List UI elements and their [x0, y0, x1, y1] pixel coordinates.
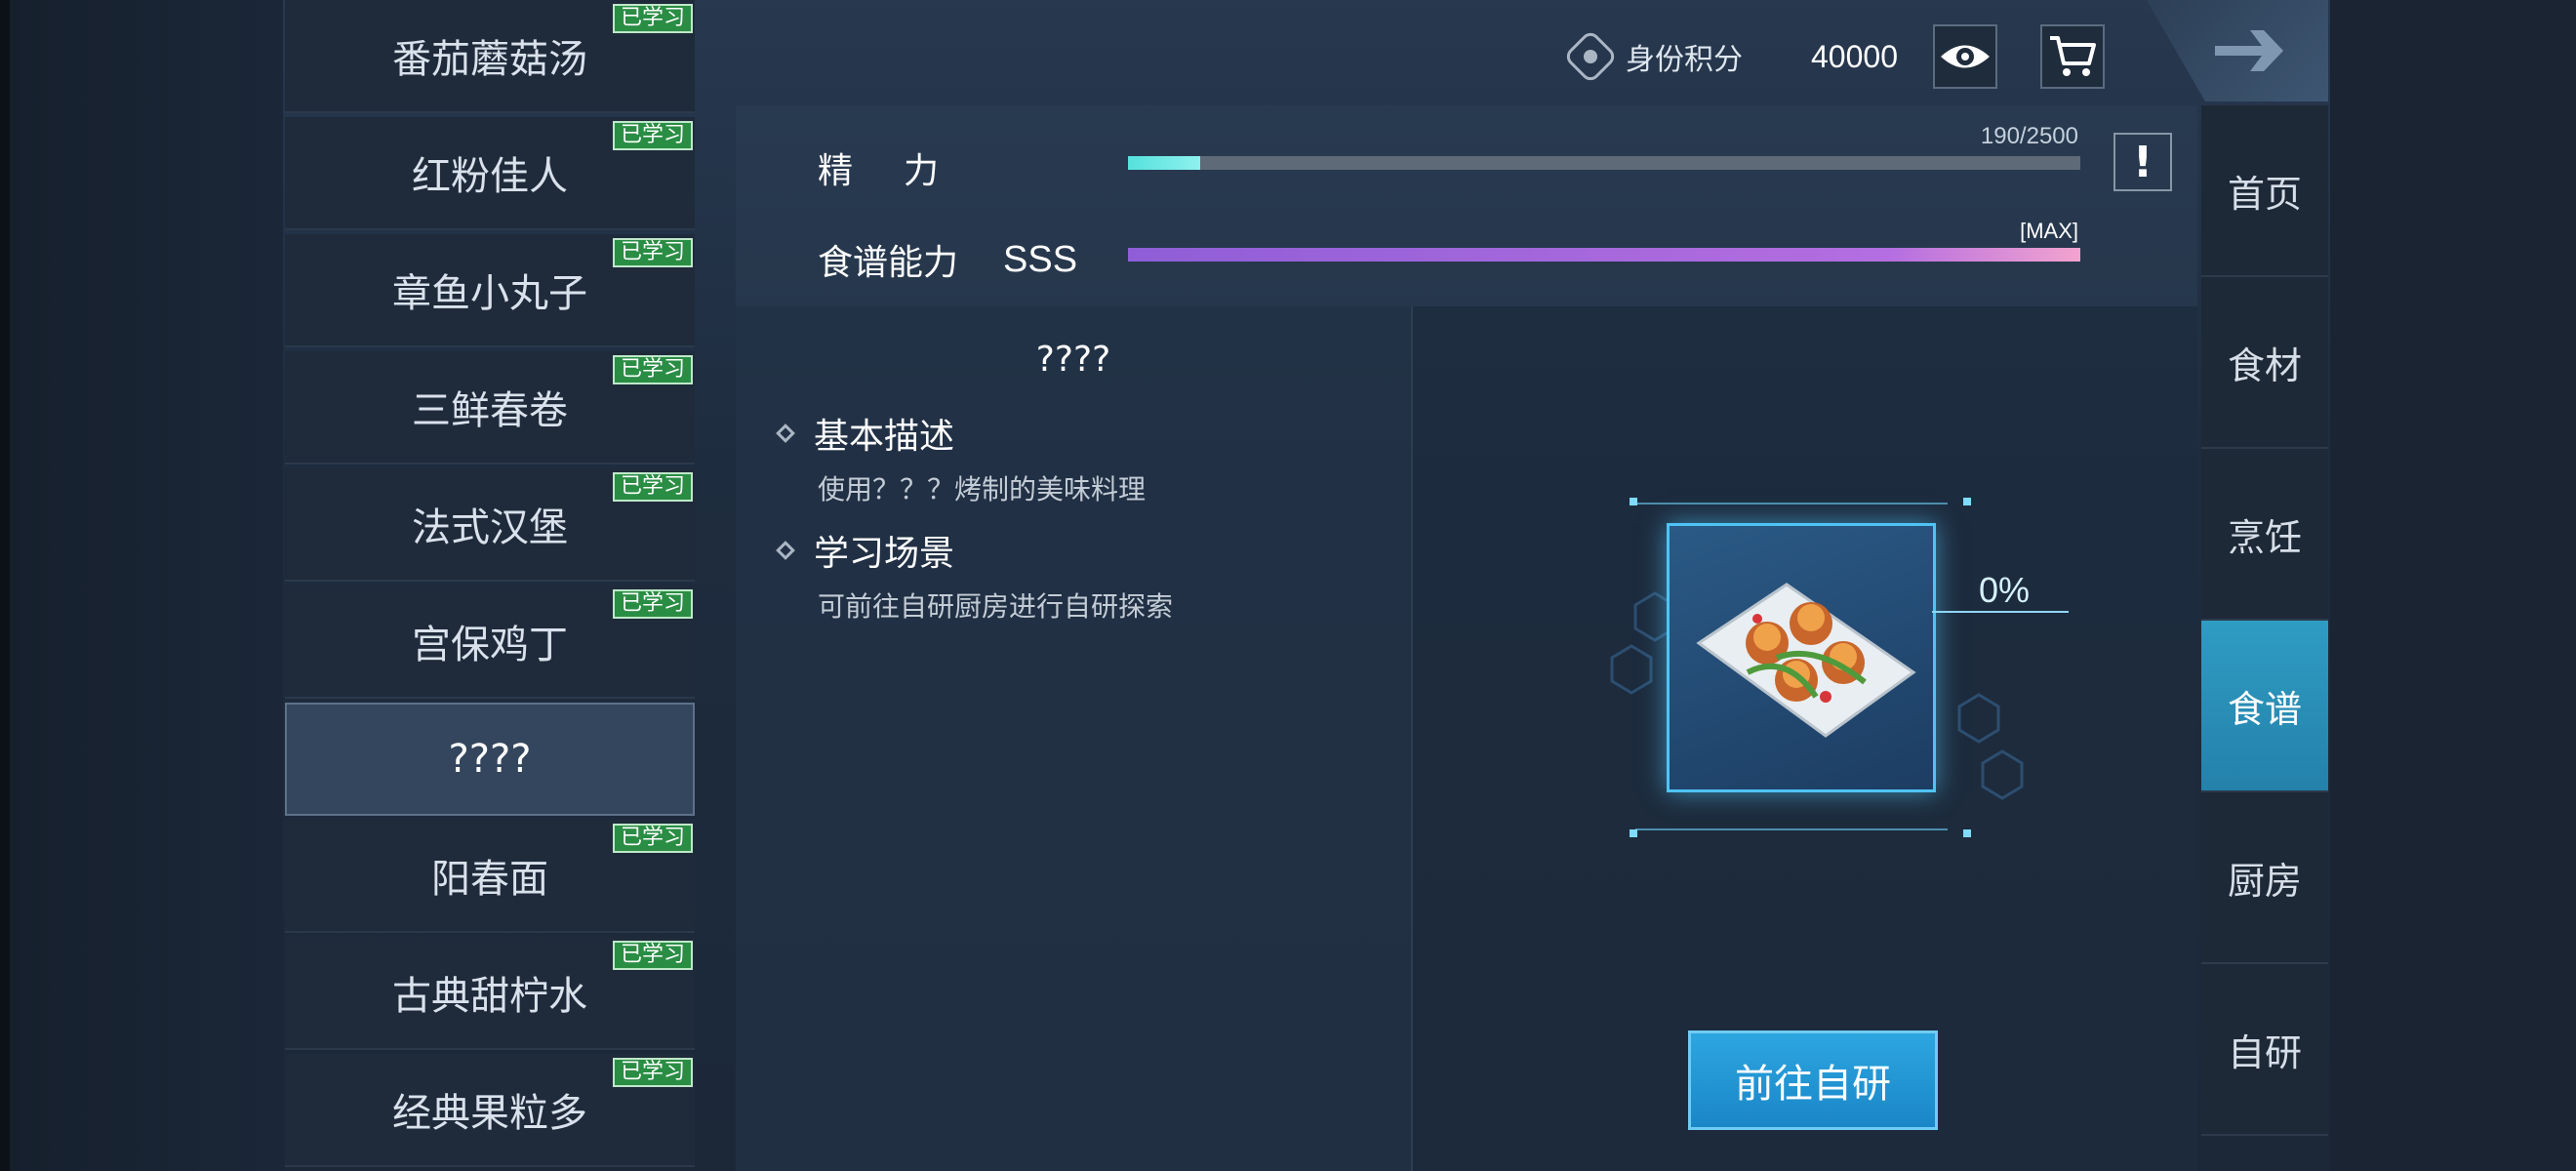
energy-bar — [1128, 156, 2080, 170]
recipe-name: 阳春面 — [431, 857, 548, 902]
progress-line — [1932, 611, 2069, 613]
cart-button[interactable] — [2039, 24, 2105, 89]
identity-value: 40000 — [1811, 38, 1898, 74]
eye-button[interactable] — [1932, 24, 1997, 89]
recipe-item[interactable]: 红粉佳人 已学习 — [285, 117, 695, 230]
dish-icon — [1696, 583, 1916, 738]
recipe-item[interactable]: 经典果粒多 已学习 — [285, 1054, 695, 1167]
info-button[interactable]: ! — [2113, 133, 2172, 191]
section-text-learn: 可前往自研厨房进行自研探索 — [818, 590, 1174, 623]
go-research-button[interactable]: 前往自研 — [1688, 1030, 1938, 1130]
top-bar: 身份积分 40000 — [1562, 21, 2105, 92]
recipe-list[interactable]: 番茄蘑菇汤 已学习 红粉佳人 已学习 章鱼小丸子 已学习 三鲜春卷 已学习 法式… — [285, 0, 695, 1171]
energy-value: 190/2500 — [1980, 123, 2078, 149]
recipe-item[interactable]: 宫保鸡丁 已学习 — [285, 586, 695, 699]
energy-label: 精力 — [818, 151, 990, 191]
dish-frame — [1667, 523, 1936, 792]
ability-bar-fill — [1128, 248, 2080, 262]
recipe-name: 三鲜春卷 — [412, 388, 568, 433]
ability-max-label: [MAX] — [2020, 219, 2078, 243]
dish-panel: 0% 前往自研 — [1413, 306, 2197, 1171]
back-arrow-icon — [2215, 30, 2283, 71]
learned-badge: 已学习 — [612, 941, 693, 970]
learned-badge: 已学习 — [612, 1058, 693, 1087]
right-background — [2330, 0, 2576, 1171]
recipe-title: ???? — [1035, 340, 1111, 380]
cart-icon — [2049, 36, 2096, 76]
exclamation-icon: ! — [2132, 137, 2153, 187]
recipe-item[interactable]: 阳春面 已学习 — [285, 820, 695, 933]
learned-badge: 已学习 — [612, 238, 693, 267]
nav-item-kitchen[interactable]: 厨房 — [2201, 792, 2328, 964]
ability-rank: SSS — [1003, 238, 1078, 280]
learned-badge: 已学习 — [612, 472, 693, 502]
section-text-basic: 使用？？？烤制的美味料理 — [818, 473, 1147, 505]
learned-badge: 已学习 — [612, 589, 693, 619]
main-nav: 首页 食材 烹饪 食谱 厨房 自研 — [2201, 105, 2328, 1136]
section-heading-text: 基本描述 — [814, 417, 955, 457]
diamond-icon — [776, 541, 795, 560]
recipe-name: 宫保鸡丁 — [412, 623, 568, 667]
ability-bar — [1128, 248, 2080, 262]
recipe-name: 经典果粒多 — [392, 1091, 587, 1136]
description-panel: ???? 基本描述 使用？？？烤制的美味料理 学习场景 可前往自研厨房进行自研探… — [736, 306, 1413, 1171]
recipe-name: 法式汉堡 — [412, 505, 568, 550]
left-background — [10, 0, 283, 1171]
learned-badge: 已学习 — [612, 121, 693, 150]
section-heading-learn: 学习场景 — [776, 525, 955, 576]
recipe-item[interactable]: 古典甜柠水 已学习 — [285, 937, 695, 1050]
eye-icon — [1940, 45, 1990, 68]
recipe-name: 章鱼小丸子 — [392, 271, 587, 316]
recipe-item[interactable]: 法式汉堡 已学习 — [285, 468, 695, 582]
stats-panel: 精力 190/2500 食谱能力 SSS [MAX] — [736, 105, 2197, 306]
section-heading-text: 学习场景 — [814, 534, 955, 574]
nav-item-ingredients[interactable]: 食材 — [2201, 277, 2328, 449]
nav-item-recipes[interactable]: 食谱 — [2201, 621, 2328, 792]
identity-icon — [1562, 28, 1619, 85]
research-progress: 0% — [1979, 570, 2031, 610]
identity-label: 身份积分 — [1626, 43, 1743, 77]
ability-label: 食谱能力 — [818, 243, 959, 283]
learned-badge: 已学习 — [612, 4, 693, 33]
recipe-name: 古典甜柠水 — [392, 974, 587, 1019]
recipe-item[interactable]: 三鲜春卷 已学习 — [285, 351, 695, 464]
recipe-name: 番茄蘑菇汤 — [392, 37, 587, 82]
diamond-icon — [776, 424, 795, 443]
learned-badge: 已学习 — [612, 824, 693, 853]
recipe-item[interactable]: 章鱼小丸子 已学习 — [285, 234, 695, 347]
section-heading-basic: 基本描述 — [776, 408, 955, 459]
recipe-item[interactable]: 番茄蘑菇汤 已学习 — [285, 0, 695, 113]
left-edge — [0, 0, 10, 1171]
ability-row: 食谱能力 SSS — [818, 234, 1077, 285]
recipe-name: ???? — [448, 737, 532, 782]
nav-item-research[interactable]: 自研 — [2201, 964, 2328, 1136]
recipe-name: 红粉佳人 — [412, 154, 568, 199]
learned-badge: 已学习 — [612, 355, 693, 384]
nav-item-home[interactable]: 首页 — [2201, 105, 2328, 277]
energy-bar-fill — [1128, 156, 1201, 170]
recipe-item-selected[interactable]: ???? — [285, 703, 695, 816]
nav-item-cooking[interactable]: 烹饪 — [2201, 449, 2328, 621]
